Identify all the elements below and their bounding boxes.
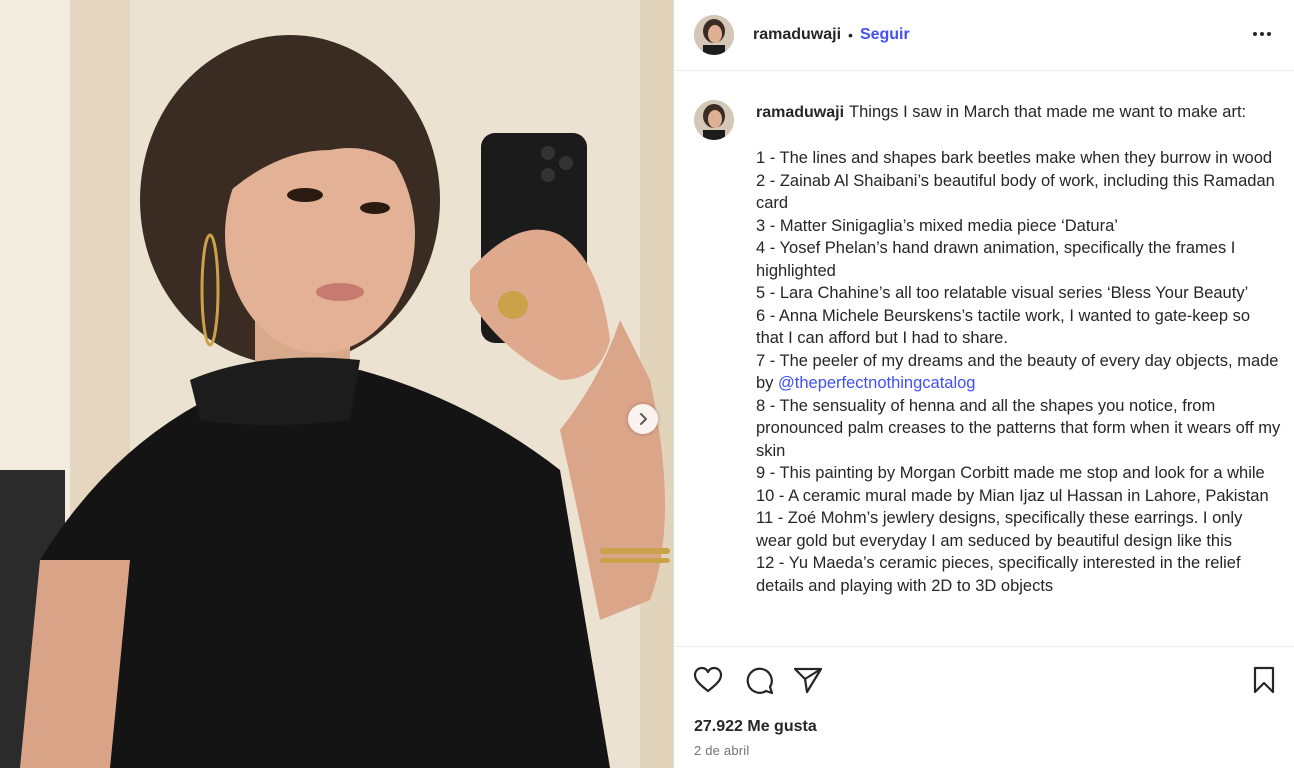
- like-button[interactable]: [692, 664, 724, 696]
- action-bar: [674, 664, 1294, 700]
- caption-item: 4 - Yosef Phelan’s hand drawn animation,…: [756, 239, 1236, 280]
- caption-item: 3 - Matter Sinigaglia’s mixed media piec…: [756, 216, 1118, 235]
- caption-username-link[interactable]: ramaduwaji: [756, 104, 844, 121]
- caption-item: 5 - Lara Chahine’s all too relatable vis…: [756, 284, 1249, 302]
- avatar-image: [694, 15, 734, 55]
- mention-link[interactable]: @theperfectnothingcatalog: [778, 374, 975, 392]
- bookmark-icon: [1253, 666, 1275, 694]
- avatar-image: [694, 100, 734, 140]
- caption-section[interactable]: ramaduwaji Things I saw in March that mad…: [674, 71, 1294, 647]
- post-header: ramaduwaji • Seguir: [674, 0, 1294, 71]
- more-horizontal-icon: [1253, 32, 1271, 36]
- avatar[interactable]: [694, 15, 734, 55]
- caption-avatar[interactable]: [694, 100, 734, 140]
- caption-item: 10 - A ceramic mural made by Mian Ijaz u…: [756, 486, 1269, 505]
- next-photo-button[interactable]: [628, 404, 658, 434]
- caption-item: 11 - Zoé Mohm’s jewlery designs, specifi…: [756, 509, 1243, 550]
- post-photo[interactable]: [0, 0, 673, 768]
- comment-button[interactable]: [743, 664, 775, 696]
- share-icon: [793, 667, 823, 694]
- caption-item: 1 - The lines and shapes bark beetles ma…: [756, 149, 1273, 167]
- caption-item: 6 - Anna Michele Beurskens’s tactile wor…: [756, 306, 1251, 348]
- caption-item: 8 - The sensuality of henna and all the …: [756, 396, 1281, 460]
- share-button[interactable]: [792, 664, 824, 696]
- separator-dot: •: [848, 27, 853, 43]
- post-details-panel: ramaduwaji • Seguir ramaduwaji Things I s…: [674, 0, 1294, 768]
- caption-item: 12 - Yu Maeda’s ceramic pieces, specific…: [756, 554, 1241, 595]
- caption-item: 2 - Zainab Al Shaibani’s beautiful body …: [756, 171, 1275, 213]
- follow-button[interactable]: Seguir: [860, 26, 910, 44]
- header-username-link[interactable]: ramaduwaji: [753, 26, 841, 44]
- likes-count[interactable]: 27.922 Me gusta: [694, 718, 817, 736]
- post-date[interactable]: 2 de abril: [694, 743, 749, 758]
- save-button[interactable]: [1248, 664, 1280, 696]
- caption-intro-line: ramaduwaji Things I saw in March that mad…: [756, 101, 1281, 125]
- more-options-button[interactable]: [1250, 22, 1274, 46]
- caption-intro: Things I saw in March that made me want …: [849, 103, 1247, 121]
- caption-item: 9 - This painting by Morgan Corbitt made…: [756, 464, 1265, 482]
- chevron-right-icon: [640, 413, 647, 425]
- photo-image: [0, 0, 673, 768]
- caption-text: ramaduwaji Things I saw in March that mad…: [756, 101, 1281, 597]
- caption-item: 7 - The peeler of my dreams and the beau…: [756, 350, 1281, 395]
- heart-icon: [693, 666, 723, 693]
- comment-icon: [746, 667, 774, 695]
